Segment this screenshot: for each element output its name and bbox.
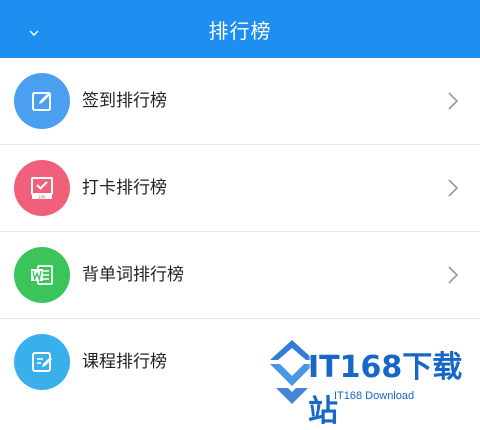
app-header: 排行榜: [0, 0, 480, 58]
watermark-text: IT168下载站: [308, 350, 463, 429]
list-item-label: 背单词排行榜: [82, 265, 184, 285]
list-item-label: 打卡排行榜: [82, 178, 167, 198]
chevron-right-icon: [448, 92, 459, 110]
list-item-label: 课程排行榜: [82, 352, 167, 372]
watermark-subtext: IT168 Download: [334, 390, 415, 402]
list-item-vocabulary-ranking[interactable]: 背单词排行榜: [0, 231, 480, 318]
calendar-check-icon: 24h: [14, 160, 70, 216]
page-title: 排行榜: [208, 18, 272, 43]
word-doc-icon: [14, 247, 70, 303]
chevron-right-icon: [448, 179, 459, 197]
svg-text:24h: 24h: [38, 195, 46, 200]
back-icon[interactable]: [24, 26, 44, 40]
notes-edit-icon: [14, 334, 70, 390]
chevron-right-icon: [448, 266, 459, 284]
list-item-clockin-ranking[interactable]: 24h 打卡排行榜: [0, 144, 480, 231]
list-item-checkin-ranking[interactable]: 签到排行榜: [0, 58, 480, 144]
list-item-label: 签到排行榜: [82, 91, 167, 111]
watermark: IT168下载站 IT168 Download: [266, 338, 478, 429]
edit-icon: [14, 73, 70, 129]
